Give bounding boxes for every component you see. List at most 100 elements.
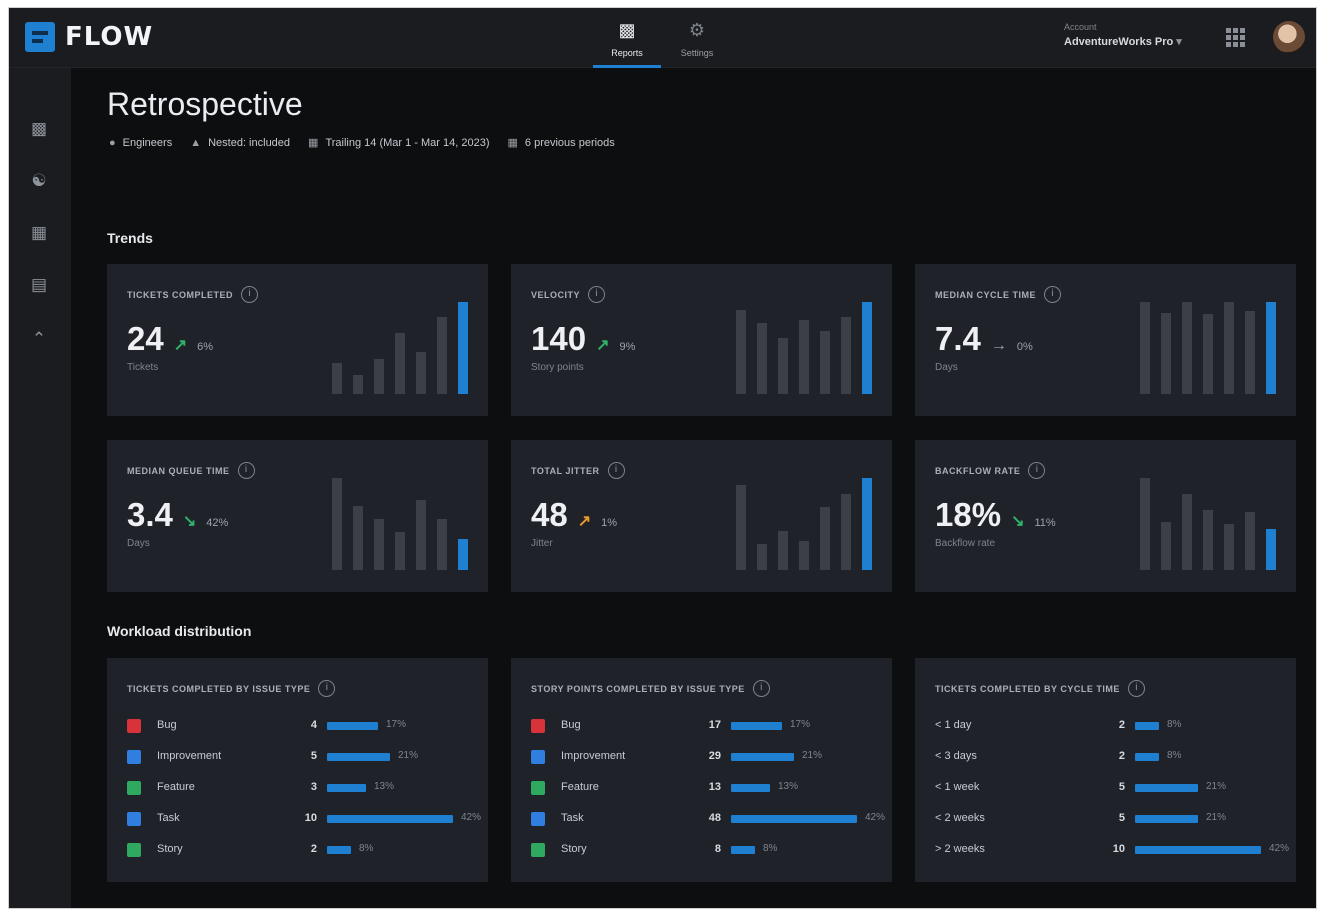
app-logo[interactable]: FLOW [25,22,153,52]
share-bar [731,846,755,854]
sidebar-reports-icon[interactable]: ▩ [27,118,51,140]
sidebar-calendar-icon[interactable]: ▦ [27,222,51,244]
share-bar [731,722,782,730]
avatar[interactable] [1273,21,1305,53]
info-icon[interactable]: i [588,286,606,303]
sparkline-bars [332,478,468,570]
card-header: TICKETS COMPLETED BY CYCLE TIME i [935,680,1145,697]
distribution-row[interactable]: < 1 day 2 8% [935,716,1276,747]
tab-settings[interactable]: ⚙ Settings [663,18,731,68]
metric-card[interactable]: MEDIAN QUEUE TIME i 3.4 ↘ 42% Days [107,440,488,592]
sidebar-collapse-icon[interactable]: ⌃ [27,328,51,350]
trend-down-icon: ↘ [1011,513,1025,530]
sparkline-bar [416,500,426,570]
sparkline-bar [862,302,872,394]
sidebar-team-icon[interactable]: ☯ [27,170,51,192]
row-count: 2 [310,843,317,855]
distribution-row[interactable]: < 1 week 5 21% [935,778,1276,809]
info-icon[interactable]: i [607,462,625,479]
card-header: VELOCITY i [531,286,606,303]
info-icon[interactable]: i [241,286,259,303]
distribution-row[interactable]: Bug 4 17% [127,716,468,747]
trend-flat-icon: → [990,337,1007,354]
distribution-row[interactable]: Story 8 8% [531,840,872,871]
gear-icon: ⚙ [688,20,706,40]
filter-nested[interactable]: ▲ Nested: included [190,136,290,149]
row-label: > 2 weeks [935,843,985,855]
distribution-row[interactable]: > 2 weeks 10 42% [935,840,1289,871]
account-switcher[interactable]: Account AdventureWorks Pro ▾ [1064,22,1182,48]
metric-unit: Days [127,538,150,549]
card-label: VELOCITY [531,289,581,300]
distribution-row[interactable]: < 2 weeks 5 21% [935,809,1276,840]
chevron-down-icon: ▾ [1176,36,1182,48]
distribution-row[interactable]: < 3 days 2 8% [935,747,1276,778]
distribution-row[interactable]: Bug 17 17% [531,716,872,747]
info-icon[interactable]: i [237,462,255,479]
metric-card[interactable]: TOTAL JITTER i 48 ↗ 1% Jitter [511,440,892,592]
metric-value: 140 [531,320,587,357]
row-count: 29 [708,750,721,762]
sparkline-bar [458,539,468,570]
info-icon[interactable]: i [318,680,336,697]
metric-card[interactable]: TICKETS COMPLETED i 24 ↗ 6% Tickets [107,264,488,416]
filter-comparison[interactable]: ▦ 6 previous periods [508,136,615,150]
share-bar [327,846,351,854]
distribution-row[interactable]: Story 2 8% [127,840,468,871]
sparkline-bar [799,541,809,570]
person-icon: ● [109,136,116,149]
issue-type-icon [127,719,141,733]
row-count: 10 [304,812,317,824]
sidebar-table-icon[interactable]: ▤ [27,274,51,296]
filter-period[interactable]: ▦ Trailing 14 (Mar 1 - Mar 14, 2023) [308,136,489,150]
metric-unit: Tickets [127,362,159,373]
row-count: 8 [714,843,721,855]
trends-section-title: Trends [107,230,153,246]
issue-type-icon [531,781,545,795]
metric-value: 24 [127,320,164,357]
distribution-row[interactable]: Improvement 5 21% [127,747,468,778]
row-label: < 1 day [935,719,972,731]
trend-change: 1% [601,517,618,529]
filter-bar: ● Engineers ▲ Nested: included ▦ Trailin… [109,136,615,150]
apps-grid-icon[interactable] [1226,28,1246,47]
card-label: TICKETS COMPLETED BY ISSUE TYPE [127,683,311,694]
share-bar [327,722,378,730]
sparkline-bar [736,485,746,570]
distribution-row[interactable]: Task 10 42% [127,809,481,840]
sparkline-bar [1161,522,1171,570]
metric-card[interactable]: MEDIAN CYCLE TIME i 7.4 → 0% Days [915,264,1296,416]
metric-unit: Jitter [531,538,553,549]
row-count: 5 [310,750,317,762]
info-icon[interactable]: i [1028,462,1046,479]
sparkline-bar [1182,494,1192,570]
share-bar [1135,784,1198,792]
row-percent: 8% [359,843,374,854]
sparkline-bar [1140,478,1150,570]
workload-section-title: Workload distribution [107,623,252,639]
tab-reports[interactable]: ▩ Reports [593,18,661,68]
share-bar [1135,753,1159,761]
sparkline-bar [778,338,788,394]
info-icon[interactable]: i [752,680,770,697]
app-window: FLOW ▩ Reports ⚙ Settings Account Advent… [9,8,1316,908]
distribution-row[interactable]: Task 48 42% [531,809,885,840]
distribution-row[interactable]: Improvement 29 21% [531,747,872,778]
sparkline-bar [862,478,872,570]
sparkline-bar [1245,512,1255,570]
filter-team[interactable]: ● Engineers [109,136,172,149]
distribution-row[interactable]: Feature 13 13% [531,778,872,809]
metric-card[interactable]: VELOCITY i 140 ↗ 9% Story points [511,264,892,416]
issue-type-icon [531,719,545,733]
sparkline-bar [841,317,851,394]
info-icon[interactable]: i [1044,286,1062,303]
calendar-icon: ▦ [308,137,319,149]
card-label: MEDIAN QUEUE TIME [127,465,230,476]
share-bar [327,753,390,761]
issue-type-icon [531,843,545,857]
trend-up-icon: ↗ [596,337,610,354]
metric-card[interactable]: BACKFLOW RATE i 18% ↘ 11% Backflow rate [915,440,1296,592]
distribution-row[interactable]: Feature 3 13% [127,778,468,809]
row-percent: 8% [1167,719,1182,730]
info-icon[interactable]: i [1127,680,1145,697]
